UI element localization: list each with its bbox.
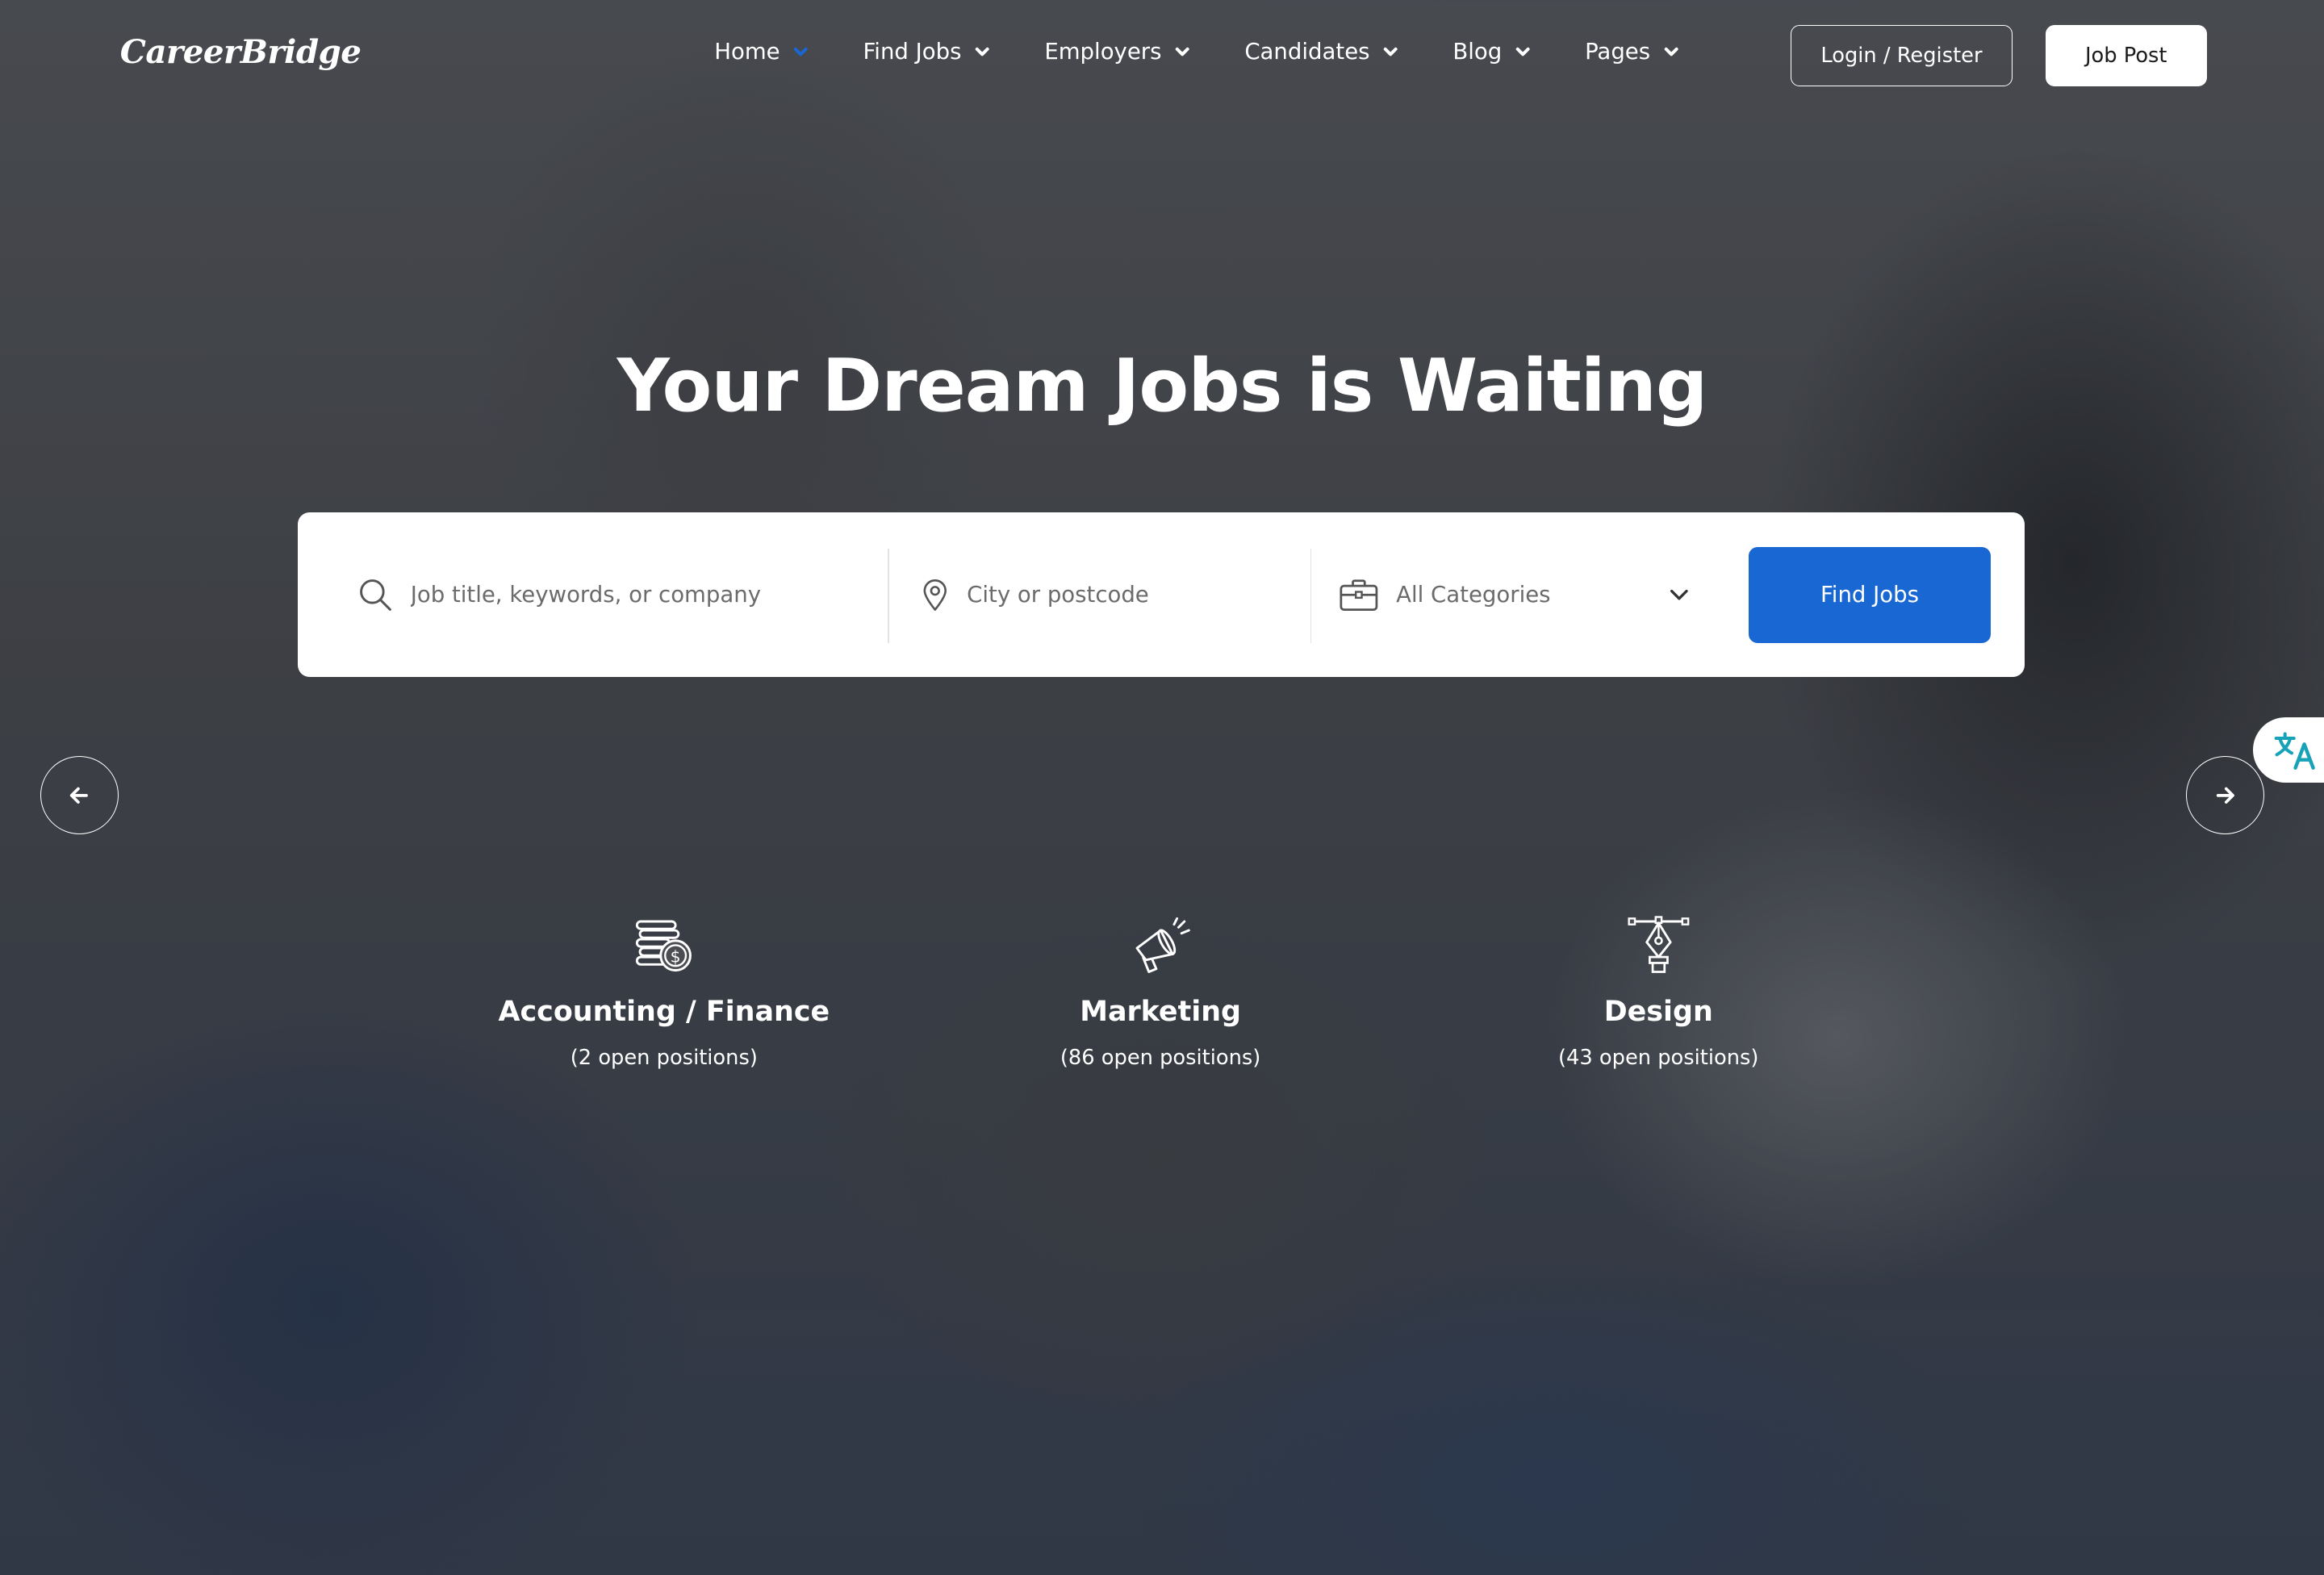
- nav-item-label: Home: [714, 38, 780, 65]
- chevron-down-icon: [975, 47, 989, 56]
- briefcase-icon: [1340, 579, 1378, 612]
- keyword-input[interactable]: [410, 582, 796, 608]
- slider-prev-button[interactable]: [40, 755, 119, 835]
- keyword-field: [357, 512, 884, 677]
- nav-item-pages[interactable]: Pages: [1585, 39, 1678, 65]
- search-divider: [1310, 548, 1312, 644]
- category-name: Accounting / Finance: [498, 996, 830, 1029]
- map-pin-icon: [923, 579, 947, 611]
- search-divider: [888, 548, 889, 644]
- arrow-right-icon: [2216, 787, 2234, 804]
- nav-item-label: Blog: [1452, 38, 1503, 65]
- category-select[interactable]: All Categories: [1340, 512, 1689, 677]
- nav-item-label: Find Jobs: [863, 38, 962, 65]
- chevron-down-icon: [1670, 590, 1688, 600]
- hero-title: Your Dream Jobs is Waiting: [617, 344, 1708, 429]
- nav-item-label: Pages: [1585, 38, 1651, 65]
- nav-item-label: Employers: [1044, 38, 1162, 65]
- translate-icon: [2275, 732, 2316, 770]
- slider-next-button[interactable]: [2186, 755, 2265, 835]
- search-icon: [359, 579, 391, 612]
- nav-item-employers[interactable]: Employers: [1044, 39, 1189, 65]
- city-input[interactable]: [967, 582, 1306, 608]
- nav-item-blog[interactable]: Blog: [1452, 39, 1530, 65]
- pen-nib-icon: [1628, 916, 1690, 974]
- hero-background: [0, 0, 2324, 1575]
- category-name: Design: [1603, 996, 1713, 1029]
- nav-item-home[interactable]: Home: [714, 39, 808, 65]
- megaphone-icon: [1135, 917, 1190, 974]
- job-search-bar: All Categories Find Jobs: [298, 512, 2025, 678]
- find-jobs-button[interactable]: Find Jobs: [1749, 546, 1991, 644]
- nav-item-label: Candidates: [1244, 38, 1370, 65]
- main-nav: Home Find Jobs Employers Candidates Blog…: [714, 39, 1733, 65]
- chevron-down-icon: [1664, 47, 1678, 56]
- category-card-accounting[interactable]: $ Accounting / Finance (2 open positions…: [441, 913, 886, 1070]
- site-logo[interactable]: CareerBridge: [120, 32, 362, 71]
- category-count: (43 open positions): [1558, 1046, 1759, 1071]
- svg-text:$: $: [671, 947, 681, 967]
- login-register-button[interactable]: Login / Register: [1790, 25, 2013, 86]
- nav-item-find-jobs[interactable]: Find Jobs: [863, 39, 989, 65]
- category-card-design[interactable]: Design (43 open positions): [1436, 913, 1881, 1070]
- coins-dollar-icon: $: [636, 920, 692, 972]
- translate-button[interactable]: [2252, 716, 2324, 783]
- chevron-down-icon: [793, 47, 808, 56]
- category-value: All Categories: [1396, 582, 1551, 608]
- city-field: [921, 512, 1306, 677]
- job-post-button[interactable]: Job Post: [2045, 25, 2207, 86]
- arrow-left-icon: [70, 787, 89, 804]
- chevron-down-icon: [1383, 47, 1398, 56]
- nav-item-candidates[interactable]: Candidates: [1244, 39, 1398, 65]
- chevron-down-icon: [1175, 47, 1189, 56]
- category-card-marketing[interactable]: Marketing (86 open positions): [938, 913, 1383, 1070]
- category-name: Marketing: [1080, 996, 1241, 1029]
- category-count: (86 open positions): [1060, 1046, 1261, 1071]
- chevron-down-icon: [1515, 47, 1530, 56]
- category-count: (2 open positions): [570, 1046, 758, 1071]
